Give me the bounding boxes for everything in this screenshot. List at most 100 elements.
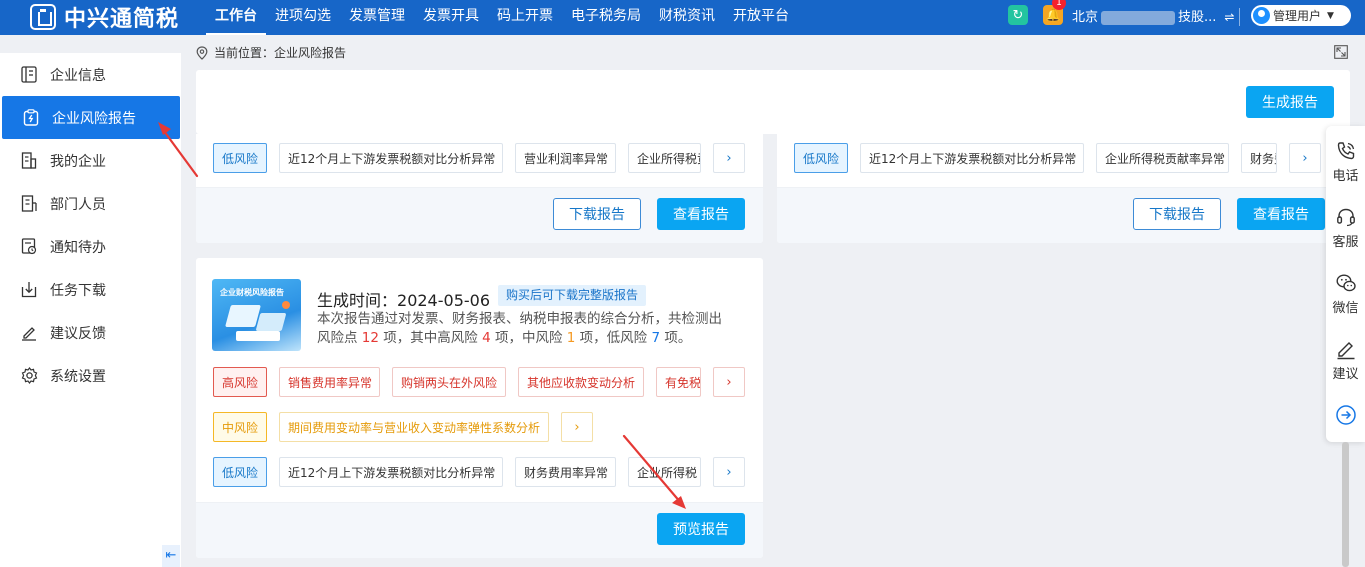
sidebar-item-label: 部门人员 [50,196,106,213]
fullscreen-icon[interactable] [1334,45,1348,59]
customer-service-button[interactable]: 客服 [1326,206,1365,250]
company-icon [20,152,38,170]
company-name-suffix: 技股... [1178,10,1217,25]
view-report-button[interactable]: 查看报告 [1237,198,1325,230]
feedback-icon [20,324,38,342]
mid-risk-row: 中风险 期间费用变动率与营业收入变动率弹性系数分析 › [213,412,593,442]
generate-report-button[interactable]: 生成报告 [1246,86,1334,118]
wechat-label: 微信 [1332,301,1359,316]
summary-text: 风险点 [317,330,358,346]
scrollbar-thumb[interactable] [1342,442,1349,567]
phone-contact-button[interactable]: 电话 [1326,140,1365,184]
risk-tag[interactable]: 财务费用率异常 [515,457,616,487]
risk-tag[interactable]: 企业所得税贡献率异常 [1096,143,1229,173]
sidebar-item-company-info[interactable]: 企业信息 [0,53,181,96]
company-switcher[interactable]: 北京 技股... ⇌ [1072,0,1234,35]
switch-icon: ⇌ [1224,10,1235,24]
sidebar-item-label: 通知待办 [50,239,106,256]
download-report-button[interactable]: 下载报告 [553,198,641,230]
risk-tag[interactable]: 近12个月上下游发票税额对比分析异常 [279,143,503,173]
brand-logo[interactable]: 中兴通简税 [30,3,180,32]
risk-tag[interactable]: 近12个月上下游发票税额对比分析异常 [860,143,1084,173]
sidebar-item-settings[interactable]: 系统设置 [0,354,181,397]
notification-badge: 1 [1052,0,1066,10]
low-risk-count: 7 [651,330,661,346]
sidebar-item-my-company[interactable]: 我的企业 [0,139,181,182]
collapse-sidebar-icon[interactable]: ⇤ [162,545,180,567]
nav-scan-invoice[interactable]: 码上开票 [488,0,562,35]
preview-report-button[interactable]: 预览报告 [657,513,745,545]
user-menu[interactable]: 管理用户 ▼ [1251,5,1351,26]
nav-open-platform[interactable]: 开放平台 [724,0,798,35]
download-report-button[interactable]: 下载报告 [1133,198,1221,230]
headset-icon [1336,208,1355,227]
risk-tag[interactable]: 其他应收款变动分析 [518,367,644,397]
suggestion-button[interactable]: 建议 [1326,338,1365,382]
low-risk-row: 低风险 近12个月上下游发票税额对比分析异常 企业所得税贡献率异常 财务费 › [794,143,1321,173]
risk-tag[interactable]: 期间费用变动率与营业收入变动率弹性系数分析 [279,412,549,442]
more-tags-chevron-icon[interactable]: › [713,367,745,397]
sidebar-item-label: 系统设置 [50,368,106,385]
building-icon [20,66,38,84]
summary-text: 项，其中高风险 [383,330,478,346]
sidebar-item-department[interactable]: 部门人员 [0,182,181,225]
low-risk-row: 低风险 近12个月上下游发票税额对比分析异常 营业利润率异常 企业所得税贡 › [213,143,745,173]
thumbnail-illustration [282,301,290,309]
sidebar-item-risk-report[interactable]: 企业风险报告 [2,96,180,139]
nav-tax-news[interactable]: 财税资讯 [650,0,724,35]
risk-tag[interactable]: 企业所得税 [628,457,701,487]
sidebar-item-label: 企业风险报告 [52,110,136,127]
generation-time: 生成时间：2024-05-06 [317,287,490,311]
sidebar-item-feedback[interactable]: 建议反馈 [0,311,181,354]
view-report-button[interactable]: 查看报告 [657,198,745,230]
nav-invoice-issue[interactable]: 发票开具 [414,0,488,35]
more-tags-chevron-icon[interactable]: › [1289,143,1321,173]
risk-tag[interactable]: 有免税 [656,367,701,397]
risk-tag[interactable]: 营业利润率异常 [515,143,616,173]
more-tags-chevron-icon[interactable]: › [713,143,745,173]
nav-invoice-management[interactable]: 发票管理 [340,0,414,35]
high-risk-row: 高风险 销售费用率异常 购销两头在外风险 其他应收款变动分析 有免税 › [213,367,745,397]
risk-tag[interactable]: 财务费 [1241,143,1277,173]
low-risk-badge: 低风险 [794,143,848,173]
customer-service-label: 客服 [1332,235,1359,250]
location-icon [196,45,208,60]
phone-icon [1337,142,1354,160]
sidebar-item-label: 我的企业 [50,153,106,170]
nav-e-tax-bureau[interactable]: 电子税务局 [562,0,650,35]
risk-tag[interactable]: 销售费用率异常 [279,367,380,397]
summary-text: 项，低风险 [579,330,648,346]
more-tags-chevron-icon[interactable]: › [713,457,745,487]
edit-icon [1337,342,1354,360]
phone-label: 电话 [1332,169,1359,184]
wechat-button[interactable]: 微信 [1326,272,1365,316]
sidebar-item-todo[interactable]: 通知待办 [0,225,181,268]
todo-icon [20,238,38,256]
more-tags-chevron-icon[interactable]: › [561,412,593,442]
summary-text: 项，中风险 [494,330,563,346]
arrow-right-circle-icon [1335,405,1356,425]
floating-contact-panel: 电话 客服 微信 建议 [1326,126,1365,442]
collapse-panel-button[interactable] [1326,404,1365,429]
breadcrumb-label: 当前位置： [214,46,275,60]
sidebar-item-task-download[interactable]: 任务下载 [0,268,181,311]
sync-icon[interactable]: ↻ [1008,5,1028,25]
user-avatar-icon [1253,7,1270,24]
high-risk-count: 4 [482,330,491,346]
nav-workbench[interactable]: 工作台 [206,0,266,35]
main-nav: 工作台 进项勾选 发票管理 发票开具 码上开票 电子税务局 财税资讯 开放平台 [206,0,798,35]
wechat-icon [1335,274,1356,292]
risk-report-icon [22,109,40,127]
risk-tag[interactable]: 企业所得税贡 [628,143,701,173]
department-icon [20,195,38,213]
report-header-panel [196,70,1350,134]
nav-input-selection[interactable]: 进项勾选 [266,0,340,35]
low-risk-row: 低风险 近12个月上下游发票税额对比分析异常 财务费用率异常 企业所得税 › [213,457,745,487]
low-risk-badge: 低风险 [213,457,267,487]
generation-time-value: 2024-05-06 [397,291,490,310]
risk-tag[interactable]: 近12个月上下游发票税额对比分析异常 [279,457,503,487]
brand-name: 中兴通简税 [64,7,180,32]
risk-tag[interactable]: 购销两头在外风险 [392,367,506,397]
thumbnail-illustration [236,331,280,341]
suggestion-label: 建议 [1332,367,1359,382]
